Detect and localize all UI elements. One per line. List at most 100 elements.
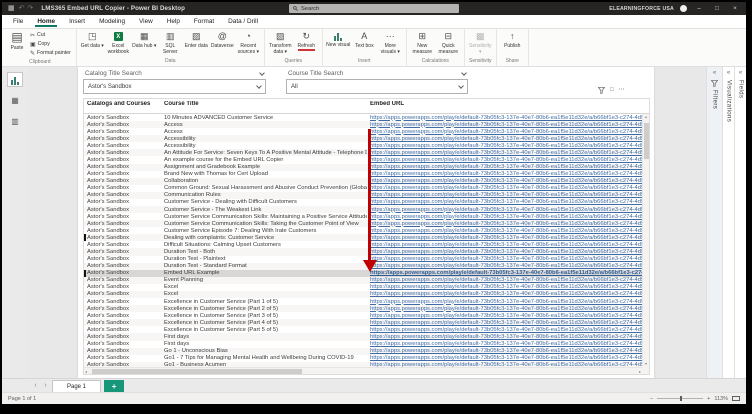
embed-url-link[interactable]: https://apps.powerapps.com/play/e/defaul… [370,221,642,227]
next-page-icon[interactable]: › [42,379,49,392]
table-row[interactable]: Astor's SandboxCustomer Service Episode … [84,227,642,234]
scroll-right-icon[interactable]: ▸ [639,368,641,374]
table-row[interactable]: Astor's SandboxAssignment and Gradebook … [84,164,642,171]
embed-url-link[interactable]: https://apps.powerapps.com/play/e/defaul… [370,334,642,340]
zoom-slider[interactable] [657,398,703,399]
minimize-button[interactable]: – [693,2,705,15]
sql-server-button[interactable]: ▥SQL Server [158,30,183,55]
embed-url-link[interactable]: https://apps.powerapps.com/play/e/defaul… [370,129,642,135]
more-options-icon[interactable]: ⋯ [619,86,625,94]
transform-data-button[interactable]: ▧Transform data ▾ [268,30,293,55]
data-view-button[interactable]: ▦ [7,93,23,108]
menu-tab-file[interactable]: File [6,15,30,28]
chevron-down-icon[interactable] [461,70,467,76]
sensitivity-button[interactable]: ▩Sensitivity ▾ [468,30,493,55]
table-row[interactable]: Astor's SandboxCommon Ground: Sexual Har… [84,185,642,192]
page-tab[interactable]: Page 1 [52,380,101,393]
paste-button[interactable]: ▤Paste [7,30,27,51]
embed-url-link[interactable]: https://apps.powerapps.com/play/e/defaul… [370,143,642,149]
avatar[interactable] [680,5,687,12]
menu-tab-data-drill[interactable]: Data / Drill [221,15,265,28]
table-row[interactable]: Astor's SandboxGo 1 - Unconscious Biasht… [84,348,642,355]
table-row[interactable]: Astor's SandboxAccesshttps://apps.powera… [84,121,642,128]
embed-url-link[interactable]: https://apps.powerapps.com/play/e/defaul… [370,284,642,290]
table-row[interactable]: Astor's SandboxExcellence in Customer Se… [84,326,642,333]
menu-tab-help[interactable]: Help [160,15,187,28]
table-row[interactable]: Astor's SandboxAn Attitude For Service: … [84,149,642,156]
search-input[interactable]: Search [289,4,459,13]
embed-url-link[interactable]: https://apps.powerapps.com/play/e/defaul… [370,348,642,354]
report-view-button[interactable] [7,72,23,87]
format-painter-button[interactable]: ✎Format painter [28,49,73,58]
embed-url-link[interactable]: https://apps.powerapps.com/play/e/defaul… [370,122,642,128]
table-row[interactable]: Astor's SandboxEvent Planninghttps://app… [84,277,642,284]
table-row[interactable]: Astor's SandboxExcelhttps://apps.powerap… [84,291,642,298]
refresh-button[interactable]: ↻Refresh [294,30,319,51]
embed-url-link[interactable]: https://apps.powerapps.com/play/e/defaul… [370,320,642,326]
table-row[interactable]: Astor's SandboxExcellence in Customer Se… [84,319,642,326]
more-visuals-button[interactable]: ⋯More visuals ▾ [378,30,403,55]
expand-chevron-icon[interactable]: « [739,70,742,77]
embed-url-link[interactable]: https://apps.powerapps.com/play/e/defaul… [370,341,642,347]
table-row[interactable]: Astor's SandboxCollaborationhttps://apps… [84,178,642,185]
embed-url-link[interactable]: https://apps.powerapps.com/play/e/defaul… [370,355,642,361]
scroll-left-icon[interactable]: ◂ [85,368,87,374]
expand-chevron-icon[interactable]: « [727,70,730,77]
column-header-catalogs[interactable]: Catalogs and Courses▴ [84,101,161,107]
horizontal-scrollbar[interactable]: ◂ ▸ [84,367,642,374]
recent-sources-button[interactable]: ◔Recent sources ▾ [236,30,261,55]
focus-mode-icon[interactable]: □ [610,86,614,94]
embed-url-link[interactable]: https://apps.powerapps.com/play/e/defaul… [370,136,642,142]
embed-url-link[interactable]: https://apps.powerapps.com/play/e/defaul… [370,164,642,170]
publish-button[interactable]: ↑Publish [500,30,525,49]
zoom-in-icon[interactable]: + [707,396,710,402]
scroll-up-icon[interactable]: ▴ [643,114,649,120]
undo-icon[interactable]: ↶ [19,4,25,14]
embed-url-link[interactable]: https://apps.powerapps.com/play/e/defaul… [370,185,642,191]
embed-url-link[interactable]: https://apps.powerapps.com/play/e/defaul… [370,228,642,234]
add-page-button[interactable]: + [104,380,124,393]
embed-url-link[interactable]: https://apps.powerapps.com/play/e/defaul… [370,277,642,283]
text-box-button[interactable]: AText box [352,30,377,49]
vertical-scrollbar[interactable]: ▴ ▾ [642,114,649,367]
chevron-down-icon[interactable] [259,70,265,76]
embed-url-link[interactable]: https://apps.powerapps.com/play/e/defaul… [370,306,642,312]
table-row[interactable]: Astor's SandboxExcellence in Customer Se… [84,305,642,312]
embed-url-link[interactable]: https://apps.powerapps.com/play/e/defaul… [370,299,642,305]
new-visual-button[interactable]: New visual [326,30,351,48]
table-row[interactable]: Astor's SandboxDuration Test - Bothhttps… [84,248,642,255]
dataverse-button[interactable]: @Dataverse [210,30,235,49]
embed-url-link[interactable]: https://apps.powerapps.com/play/e/defaul… [370,249,642,255]
filters-pane-collapsed[interactable]: « Filters [706,67,722,378]
embed-url-link[interactable]: https://apps.powerapps.com/play/e/defaul… [370,199,642,205]
embed-url-link[interactable]: https://apps.powerapps.com/play/e/defaul… [370,263,642,269]
scrollbar-thumb[interactable] [644,123,649,159]
table-row[interactable]: Astor's SandboxFirst dayshttps://apps.po… [84,341,642,348]
enter-data-button[interactable]: ▨Enter data [184,30,209,49]
table-row[interactable]: Astor's SandboxAccessibilityhttps://apps… [84,135,642,142]
account-name[interactable]: ELEARNINGFORCE USA [609,6,674,12]
scrollbar-thumb[interactable] [92,369,302,374]
excel-workbook-button[interactable]: XExcel workbook [106,30,131,55]
column-header-embed-url[interactable]: Embed URL [367,101,649,107]
embed-url-link[interactable]: https://apps.powerapps.com/play/e/defaul… [370,178,642,184]
table-row[interactable]: Astor's SandboxExcellence in Customer Se… [84,298,642,305]
table-row[interactable]: Astor's SandboxCustomer Service - The We… [84,206,642,213]
table-row[interactable]: Astor's SandboxExcelhttps://apps.powerap… [84,284,642,291]
menu-tab-modeling[interactable]: Modeling [92,15,132,28]
embed-url-link[interactable]: https://apps.powerapps.com/play/e/defaul… [370,115,642,121]
zoom-out-icon[interactable]: − [650,396,653,402]
copy-button[interactable]: ▣Copy [28,40,52,49]
fields-pane-collapsed[interactable]: « Fields [734,67,746,378]
embed-url-link[interactable]: https://apps.powerapps.com/play/e/defaul… [370,171,642,177]
embed-url-link[interactable]: https://apps.powerapps.com/play/e/defaul… [370,256,642,262]
fit-to-page-icon[interactable] [732,396,740,401]
table-row[interactable]: Astor's SandboxGo1 - 7 Tips for Managing… [84,355,642,362]
data-hub-button[interactable]: ▦Data hub ▾ [132,30,157,49]
close-button[interactable]: × [729,2,741,15]
table-row[interactable]: Astor's SandboxBrand New with Thomas for… [84,171,642,178]
embed-url-link[interactable]: https://apps.powerapps.com/play/e/defaul… [370,235,642,241]
table-row[interactable]: Astor's SandboxCustomer Service Communic… [84,220,642,227]
column-header-course-title[interactable]: Course Title▴ [161,101,367,107]
table-row[interactable]: Astor's SandboxDifficult Situations: Cal… [84,241,642,248]
